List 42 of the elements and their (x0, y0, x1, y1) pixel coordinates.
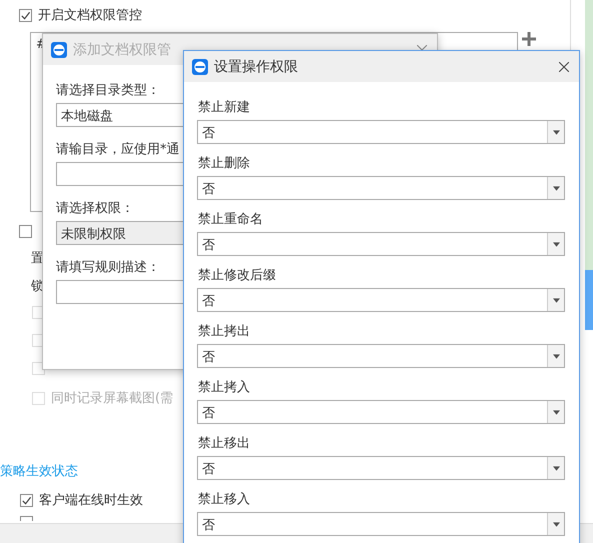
dropdown[interactable]: 否 (197, 344, 565, 368)
field-label: 请选择目录类型： (56, 82, 160, 97)
plus-icon[interactable] (522, 32, 536, 46)
dropdown[interactable]: 否 (197, 512, 565, 536)
checkbox[interactable] (20, 494, 33, 506)
field-label: 禁止删除 (198, 155, 251, 170)
caret-icon (552, 466, 560, 470)
field-label: 请输目录，应使用*通 (56, 141, 180, 156)
dropdown[interactable]: 否 (197, 288, 565, 312)
dropdown[interactable]: 否 (197, 176, 565, 200)
caret-icon (552, 242, 560, 246)
field-label: 禁止新建 (198, 99, 251, 114)
window-title: 设置操作权限 (214, 58, 299, 76)
caret-icon (552, 354, 560, 358)
caret-icon (552, 130, 560, 134)
close-icon[interactable] (559, 62, 569, 72)
field-label: 禁止重命名 (198, 211, 264, 226)
app-icon (51, 42, 67, 58)
field-label: 请填写规则描述： (56, 259, 160, 274)
field-label: 禁止移出 (198, 435, 251, 450)
window-title: 添加文档权限管 (73, 40, 172, 58)
caret-icon (552, 410, 560, 414)
dropdown[interactable]: 否 (197, 400, 565, 424)
checkbox[interactable] (19, 8, 32, 22)
dropdown[interactable]: 否 (197, 456, 565, 480)
field-label: 禁止修改后缀 (198, 267, 277, 282)
field-label: 禁止拷入 (198, 379, 251, 394)
caret-icon (552, 298, 560, 302)
field-label: 请选择权限： (56, 200, 134, 215)
field-label: 禁止拷出 (198, 323, 251, 338)
checkbox-label: 客户端在线时生效 (39, 492, 143, 509)
checkbox[interactable] (19, 224, 32, 238)
checkbox-label: 开启文档权限管控 (38, 7, 142, 24)
app-icon (192, 58, 208, 74)
caret-icon (552, 522, 560, 526)
dropdown[interactable]: 否 (197, 232, 565, 256)
field-label: 禁止移入 (198, 491, 251, 506)
section-heading: 策略生效状态 (0, 463, 78, 478)
caret-icon (552, 186, 560, 190)
checkbox[interactable] (20, 516, 33, 521)
dropdown[interactable]: 否 (197, 120, 565, 144)
checkbox-label: 同时记录屏幕截图(需 (51, 390, 174, 407)
